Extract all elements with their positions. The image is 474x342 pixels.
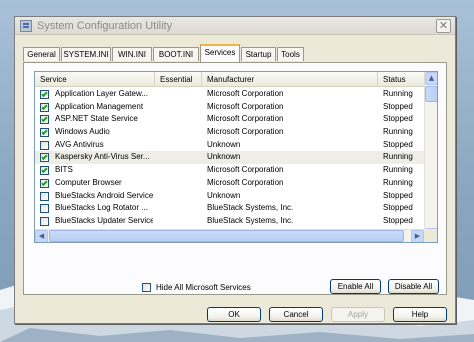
service-name: BlueStacks Android Service — [55, 190, 153, 200]
column-header-manufacturer[interactable]: Manufacturer — [202, 72, 378, 87]
services-list: Service Essential Manufacturer Status Ap… — [34, 71, 438, 243]
service-row[interactable]: BITS Microsoft Corporation Running — [35, 164, 425, 177]
service-row[interactable]: Application Layer Gatew... Microsoft Corp… — [35, 88, 425, 101]
column-header-status[interactable]: Status — [378, 72, 425, 87]
service-row[interactable]: BlueStacks Log Rotator ... BlueStack Syst… — [35, 202, 425, 215]
service-checkbox[interactable] — [40, 166, 49, 176]
scroll-left-icon[interactable]: ◀ — [35, 230, 48, 242]
column-header-essential[interactable]: Essential — [155, 72, 202, 87]
service-checkbox[interactable] — [40, 191, 49, 201]
service-name: BlueStacks Log Rotator ... — [55, 203, 148, 213]
service-row[interactable]: Application Management Microsoft Corporat… — [35, 101, 425, 114]
service-checkbox[interactable] — [40, 140, 49, 150]
vertical-scrollbar[interactable]: ▲ ▼ — [424, 72, 437, 242]
service-row[interactable]: ASP.NET State Service Microsoft Corporati… — [35, 113, 425, 126]
help-button[interactable]: Help — [393, 307, 447, 322]
hide-microsoft-services-checkbox[interactable] — [142, 283, 151, 292]
service-row[interactable]: Windows Audio Microsoft Corporation Runnin… — [35, 126, 425, 139]
service-checkbox[interactable] — [40, 90, 49, 99]
disable-all-button[interactable]: Disable All — [388, 279, 439, 294]
service-checkbox[interactable] — [40, 178, 49, 188]
service-manufacturer: Unknown — [207, 190, 241, 200]
tab-general[interactable]: General — [23, 47, 60, 61]
vertical-scroll-thumb[interactable] — [425, 86, 437, 102]
cancel-button[interactable]: Cancel — [269, 307, 323, 322]
service-status: Running — [383, 152, 413, 162]
checkmark-icon — [41, 166, 48, 174]
tab-services[interactable]: Services — [200, 44, 240, 62]
close-button[interactable]: ✕ — [436, 19, 451, 33]
checkmark-icon — [41, 90, 48, 98]
service-manufacturer: Microsoft Corporation — [207, 89, 284, 98]
service-checkbox[interactable] — [40, 216, 49, 226]
service-status: Stopped — [383, 101, 413, 111]
column-header-service[interactable]: Service — [35, 72, 155, 87]
service-status: Running — [383, 127, 413, 137]
service-manufacturer: BlueStack Systems, Inc. — [207, 215, 294, 225]
service-status: Running — [383, 165, 413, 175]
service-manufacturer: BlueStack Systems, Inc. — [207, 203, 294, 213]
tab-boot-ini[interactable]: BOOT.INI — [153, 47, 199, 61]
service-row[interactable]: Computer Browser Microsoft Corporation Run… — [35, 177, 425, 190]
service-checkbox[interactable] — [40, 204, 49, 214]
service-manufacturer: Unknown — [207, 152, 241, 162]
service-manufacturer: Microsoft Corporation — [207, 114, 284, 124]
service-manufacturer: Microsoft Corporation — [207, 165, 284, 175]
scrollbar-corner — [424, 229, 437, 242]
service-status: Stopped — [383, 203, 413, 213]
service-row[interactable]: BlueStacks Android Service Unknown Stopped — [35, 190, 425, 203]
service-name: Kaspersky Anti-Virus Ser... — [55, 152, 150, 162]
apply-button: Apply — [331, 307, 385, 322]
service-name: ASP.NET State Service — [55, 114, 138, 124]
hide-microsoft-services-label: Hide All Microsoft Services — [156, 283, 251, 292]
list-header: Service Essential Manufacturer Status — [35, 72, 425, 87]
service-checkbox[interactable] — [40, 115, 49, 125]
service-status: Running — [383, 177, 413, 187]
window-title: System Configuration Utility — [37, 20, 173, 32]
service-row[interactable]: BlueStacks Updater Service BlueStack Syst… — [35, 215, 425, 228]
service-checkbox[interactable] — [40, 128, 49, 138]
service-manufacturer: Microsoft Corporation — [207, 127, 284, 137]
service-row[interactable]: Kaspersky Anti-Virus Ser... Unknown Runnin… — [35, 151, 425, 165]
horizontal-scrollbar[interactable]: ◀ ▶ — [35, 229, 425, 242]
services-rows: Application Layer Gatew... Microsoft Corp… — [35, 88, 425, 240]
system-configuration-window: System Configuration Utility ✕ General S… — [14, 16, 456, 324]
service-name: Windows Audio — [55, 127, 110, 137]
service-status: Stopped — [383, 139, 413, 149]
services-panel: Service Essential Manufacturer Status Ap… — [23, 62, 447, 295]
service-name: BITS — [55, 165, 73, 175]
msconfig-icon — [20, 20, 32, 32]
checkmark-icon — [41, 116, 48, 123]
service-status: Running — [383, 89, 413, 98]
checkmark-icon — [41, 154, 48, 161]
service-name: Computer Browser — [55, 177, 122, 187]
service-manufacturer: Microsoft Corporation — [207, 101, 284, 111]
title-bar: System Configuration Utility ✕ — [15, 17, 455, 35]
service-name: AVG Antivirus — [55, 139, 104, 149]
service-checkbox[interactable] — [40, 102, 49, 112]
service-status: Stopped — [383, 215, 413, 225]
tab-tools[interactable]: Tools — [277, 47, 304, 61]
service-manufacturer: Microsoft Corporation — [207, 177, 284, 187]
service-manufacturer: Unknown — [207, 139, 241, 149]
service-name: Application Management — [55, 101, 144, 111]
ok-button[interactable]: OK — [207, 307, 261, 322]
scroll-right-icon[interactable]: ▶ — [411, 230, 424, 242]
service-name: BlueStacks Updater Service — [55, 215, 153, 225]
tab-system-ini[interactable]: SYSTEM.INI — [61, 47, 111, 61]
horizontal-scroll-thumb[interactable] — [49, 230, 404, 242]
checkmark-icon — [41, 103, 48, 110]
checkmark-icon — [41, 128, 48, 136]
checkmark-icon — [41, 179, 48, 186]
service-name: Application Layer Gatew... — [55, 89, 148, 98]
tab-win-ini[interactable]: WIN.INI — [112, 47, 152, 61]
service-status: Stopped — [383, 114, 413, 124]
scroll-up-icon[interactable]: ▲ — [425, 72, 437, 85]
tab-startup[interactable]: Startup — [241, 47, 276, 61]
hide-microsoft-services-option[interactable]: Hide All Microsoft Services — [142, 282, 262, 294]
service-row[interactable]: AVG Antivirus Unknown Stopped — [35, 139, 425, 152]
service-checkbox[interactable] — [40, 153, 49, 163]
enable-all-button[interactable]: Enable All — [330, 279, 381, 294]
service-status: Stopped — [383, 190, 413, 200]
